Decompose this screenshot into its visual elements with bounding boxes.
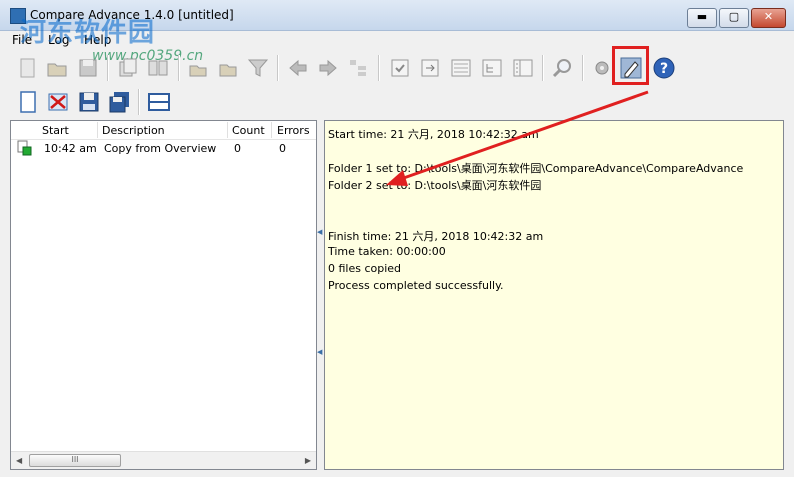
collapse-left-icon[interactable]: ◀: [317, 228, 322, 236]
toolbar-separator: [277, 55, 279, 81]
save-icon[interactable]: [76, 56, 100, 80]
filter-icon[interactable]: [246, 56, 270, 80]
details-icon[interactable]: [511, 56, 535, 80]
log-line: Process completed successfully.: [328, 279, 504, 292]
move-right-icon[interactable]: [316, 56, 340, 80]
scroll-right-icon[interactable]: ▶: [305, 456, 311, 465]
column-errors[interactable]: Errors: [277, 124, 310, 137]
toolbar-separator: [542, 55, 544, 81]
log-output: Start time: 21 六月, 2018 10:42:32 am Fold…: [324, 120, 784, 470]
log-line: 0 files copied: [328, 262, 402, 275]
column-divider[interactable]: [97, 122, 98, 138]
horizontal-scrollbar[interactable]: ◀ III ▶: [11, 451, 316, 469]
close-button[interactable]: ✕: [751, 8, 786, 28]
new-icon[interactable]: [16, 56, 40, 80]
pane-splitter[interactable]: ◀ ◀: [316, 120, 323, 468]
scroll-thumb[interactable]: III: [29, 454, 121, 467]
hierarchy-icon[interactable]: [480, 56, 504, 80]
log-line: Folder 2 set to: D:\tools\桌面\河东软件园: [328, 179, 542, 192]
toolbar-separator: [178, 55, 180, 81]
column-start[interactable]: Start: [42, 124, 69, 137]
svg-text:?: ?: [660, 61, 668, 77]
log-line: Folder 1 set to: D:\tools\桌面\河东软件园\Compa…: [328, 162, 744, 175]
toolbar-separator: [582, 55, 584, 81]
tools-icon[interactable]: [590, 56, 614, 80]
column-divider[interactable]: [271, 122, 272, 138]
main-toolbar: ?: [0, 50, 794, 86]
blank-page-icon[interactable]: [16, 90, 40, 114]
row-errors: 0: [279, 142, 286, 155]
folder-compare-icon[interactable]: [216, 56, 240, 80]
list-icon[interactable]: [449, 56, 473, 80]
save-all-icon[interactable]: [107, 90, 131, 114]
row-start: 10:42 am: [44, 142, 97, 155]
move-left-icon[interactable]: [286, 56, 310, 80]
compare-icon[interactable]: [146, 56, 170, 80]
list-header: Start Description Count Errors: [11, 121, 316, 140]
toolbar-separator: [378, 55, 380, 81]
log-toolbar: [0, 86, 794, 118]
toolbar-separator: [138, 89, 140, 115]
annotation-highlight-box: [612, 46, 649, 85]
column-count[interactable]: Count: [232, 124, 265, 137]
scroll-left-icon[interactable]: ◀: [16, 456, 22, 465]
tree-icon[interactable]: [346, 56, 370, 80]
log-line: Start time: 21 六月, 2018 10:42:32 am: [328, 128, 539, 141]
column-description[interactable]: Description: [102, 124, 165, 137]
copy-icon[interactable]: [116, 56, 140, 80]
export-icon[interactable]: [418, 56, 442, 80]
help-icon[interactable]: ?: [652, 56, 676, 80]
collapse-left-icon[interactable]: ◀: [317, 348, 322, 356]
log-list: Start Description Count Errors 10:42 am …: [10, 120, 317, 470]
log-line: Time taken: 00:00:00: [328, 245, 446, 258]
split-view-icon[interactable]: [147, 90, 171, 114]
delete-icon[interactable]: [46, 90, 70, 114]
minimize-button[interactable]: ▬: [687, 8, 717, 28]
toolbar-separator: [107, 55, 109, 81]
search-icon[interactable]: [551, 56, 575, 80]
column-divider[interactable]: [227, 122, 228, 138]
sync-icon[interactable]: [186, 56, 210, 80]
row-description: Copy from Overview: [104, 142, 217, 155]
save-floppy-icon[interactable]: [77, 90, 101, 114]
maximize-button[interactable]: ▢: [719, 8, 749, 28]
table-row[interactable]: 10:42 am Copy from Overview 0 0: [11, 139, 316, 157]
checkbox-icon[interactable]: [388, 56, 412, 80]
open-icon[interactable]: [45, 56, 69, 80]
watermark-logo: 河东软件园: [20, 18, 156, 48]
row-count: 0: [234, 142, 241, 155]
log-line: Finish time: 21 六月, 2018 10:42:32 am: [328, 230, 544, 243]
copy-task-icon: [17, 140, 32, 156]
